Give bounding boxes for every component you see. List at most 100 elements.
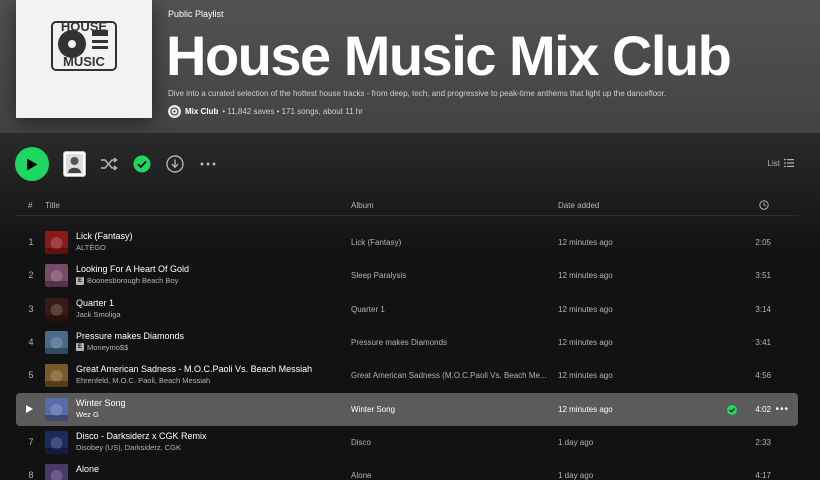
track-number: 1 <box>28 237 34 247</box>
track-artwork <box>45 297 68 321</box>
track-artist[interactable]: Boonesborough Beach Boy <box>87 276 178 285</box>
playlist-title: House Music Mix Club <box>166 24 732 87</box>
track-artwork <box>45 231 68 254</box>
track-row[interactable]: Winter Song Wez G Winter Song 12 minutes ag… <box>16 392 798 426</box>
cover-art: HOUSE MUSIC <box>16 0 152 118</box>
action-bar: List <box>0 146 820 182</box>
track-duration: 2:33 <box>755 437 771 447</box>
check-circle-icon <box>133 155 151 173</box>
track-number: 7 <box>28 436 34 447</box>
shuffle-button[interactable] <box>99 154 119 174</box>
track-artwork <box>45 397 68 421</box>
track-date-added: 12 minutes ago <box>558 304 613 314</box>
track-duration: 4:02 <box>755 404 771 414</box>
cover-text-top: HOUSE <box>61 19 108 34</box>
track-artwork <box>45 430 68 454</box>
track-date-added: 1 day ago <box>558 437 594 447</box>
header-title[interactable]: Title <box>45 201 60 210</box>
track-artist[interactable]: Ehrenfeld, M.O.C. Paoli, Beach Messiah <box>76 376 210 385</box>
track-title[interactable]: Great American Sadness - M.O.C.Paoli Vs.… <box>76 364 312 374</box>
track-artist[interactable]: Moneymo$$ <box>87 343 128 352</box>
track-row[interactable]: 8 Alone Alone 1 day ago 4:17 <box>16 459 798 480</box>
avatar-icon <box>66 154 83 174</box>
track-number: 8 <box>28 470 34 480</box>
track-artist-line: E Boonesborough Beach Boy <box>76 276 178 285</box>
track-artwork <box>45 264 68 288</box>
track-duration: 4:56 <box>755 371 771 381</box>
explicit-badge-icon: E <box>76 343 84 352</box>
track-title[interactable]: Looking For A Heart Of Gold <box>76 264 189 274</box>
track-number: 2 <box>28 270 34 281</box>
track-artist-line: E Moneymo$$ <box>76 343 128 352</box>
playlist-kind: Public Playlist <box>168 9 224 19</box>
header-album[interactable]: Album <box>351 201 374 210</box>
track-artwork <box>45 364 68 388</box>
track-row[interactable]: 4 Pressure makes Diamonds E Moneymo$$ Pressu… <box>16 326 798 359</box>
track-date-added: 12 minutes ago <box>558 337 613 347</box>
track-row[interactable]: 2 Looking For A Heart Of Gold E Boonesborou… <box>16 259 798 292</box>
track-title[interactable]: Quarter 1 <box>76 298 114 308</box>
saved-button[interactable] <box>132 154 152 174</box>
track-album[interactable]: Lick (Fantasy) <box>351 238 551 247</box>
row-play-icon[interactable] <box>26 404 33 413</box>
track-album[interactable]: Winter Song <box>351 405 551 414</box>
download-icon <box>166 155 184 173</box>
explicit-badge-icon: E <box>76 276 84 285</box>
track-title[interactable]: Alone <box>76 464 99 474</box>
track-date-added: 12 minutes ago <box>558 271 613 281</box>
tracklist-header: # Title Album Date added <box>16 196 799 216</box>
more-icon <box>200 162 216 166</box>
track-artist-line: Wez G <box>76 410 99 419</box>
track-row[interactable]: 3 Quarter 1 Jack Smoliga Quarter 1 12 minute… <box>16 293 798 326</box>
track-duration: 4:17 <box>755 471 771 480</box>
playlist-header: HOUSE MUSIC Public Playlist House Music … <box>0 0 820 133</box>
shuffle-icon <box>101 157 118 171</box>
download-button[interactable] <box>165 154 185 174</box>
saved-check-icon[interactable] <box>727 404 737 415</box>
track-date-added: 12 minutes ago <box>558 371 613 381</box>
playlist-owner-row: Mix Club • 11,842 saves • 171 songs, abo… <box>168 104 363 118</box>
owner-link[interactable]: Mix Club <box>185 107 218 116</box>
track-artist[interactable]: Wez G <box>76 410 99 419</box>
play-icon <box>27 158 38 170</box>
collaborator-avatar[interactable] <box>63 151 86 177</box>
track-date-added: 1 day ago <box>558 471 594 480</box>
track-artist[interactable]: ALTÉGO <box>76 243 106 252</box>
track-number: 3 <box>28 303 34 314</box>
track-date-added: 12 minutes ago <box>558 238 613 247</box>
track-artist-line: Ehrenfeld, M.O.C. Paoli, Beach Messiah <box>76 376 210 385</box>
list-icon[interactable] <box>784 158 794 168</box>
header-date-added[interactable]: Date added <box>558 201 599 210</box>
track-artist-line: Disobey (US), Darksiderz, CGK <box>76 443 181 452</box>
track-row[interactable]: 7 Disco - Darksiderz x CGK Remix Disobey (… <box>16 426 798 459</box>
track-album[interactable]: Disco <box>351 438 551 447</box>
track-title[interactable]: Lick (Fantasy) <box>76 231 133 241</box>
track-duration: 3:41 <box>755 337 771 347</box>
track-artwork <box>45 330 68 354</box>
track-album[interactable]: Pressure makes Diamonds <box>351 338 551 347</box>
play-button[interactable] <box>15 147 49 181</box>
track-artist[interactable]: Jack Smoliga <box>76 310 121 319</box>
track-artwork <box>45 464 68 480</box>
track-artist[interactable]: Disobey (US), Darksiderz, CGK <box>76 443 181 452</box>
track-row[interactable]: 5 Great American Sadness - M.O.C.Paoli Vs… <box>16 359 798 392</box>
track-number: 4 <box>28 336 34 347</box>
track-duration: 3:14 <box>755 304 771 314</box>
track-title[interactable]: Winter Song <box>76 398 126 408</box>
playlist-description: Dive into a curated selection of the hot… <box>168 89 667 98</box>
track-album[interactable]: Alone <box>351 471 551 480</box>
view-mode-label[interactable]: List <box>768 159 780 168</box>
track-album[interactable]: Quarter 1 <box>351 305 551 314</box>
track-album[interactable]: Great American Sadness (M.O.C.Paoli Vs. … <box>351 371 551 380</box>
track-album[interactable]: Sleep Paralysis <box>351 271 551 280</box>
track-date-added: 12 minutes ago <box>558 404 613 414</box>
track-artist-line: Jack Smoliga <box>76 310 121 319</box>
track-artist-line: ALTÉGO <box>76 243 106 252</box>
track-row[interactable]: 1 Lick (Fantasy) ALTÉGO Lick (Fantasy) 12 mi… <box>16 226 798 259</box>
track-duration: 2:05 <box>755 238 771 247</box>
playlist-cover[interactable]: HOUSE MUSIC <box>16 0 152 118</box>
track-title[interactable]: Disco - Darksiderz x CGK Remix <box>76 431 207 441</box>
more-options-button[interactable] <box>198 154 218 174</box>
row-more-icon[interactable]: ••• <box>775 404 789 415</box>
track-title[interactable]: Pressure makes Diamonds <box>76 331 184 341</box>
